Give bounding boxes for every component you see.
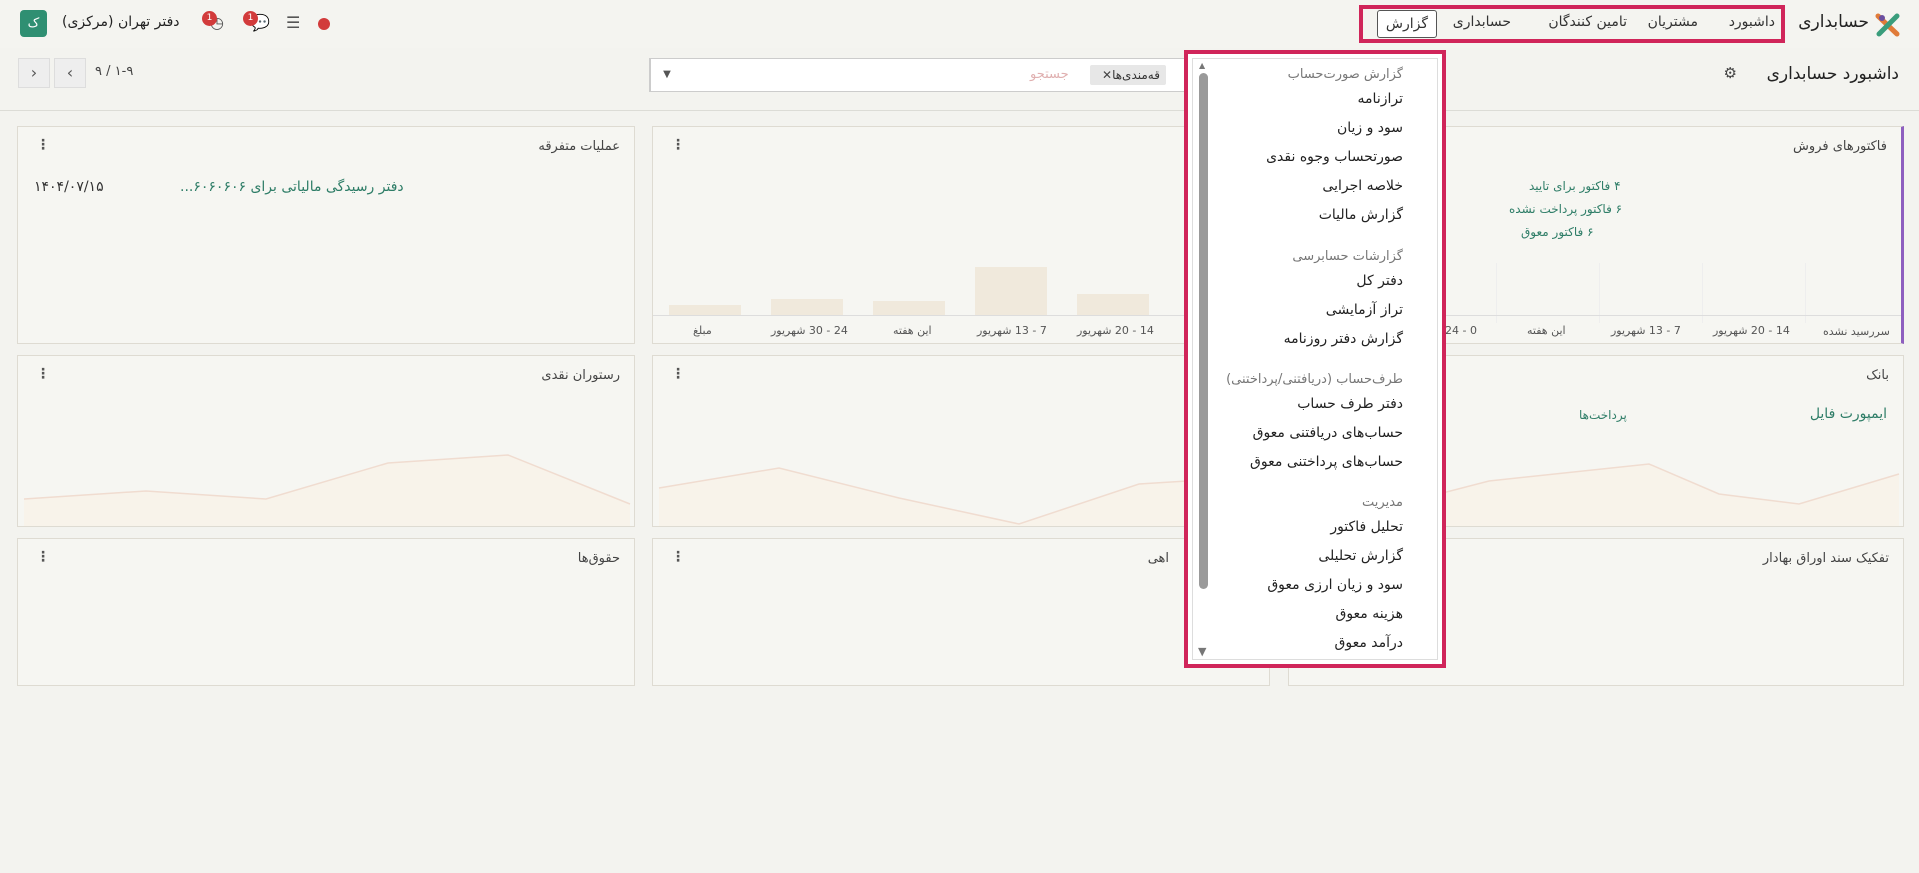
card-menu-icon[interactable]: ⋮ — [671, 549, 685, 565]
chart-baseline — [653, 315, 1267, 316]
chart-gridline — [1599, 263, 1600, 323]
payments-link[interactable]: پرداخت‌ها — [1579, 408, 1627, 422]
journal-entry-date: ۱۴۰۴/۰۷/۱۵ — [34, 179, 104, 195]
menu-item-deferred-expense[interactable]: هزینه معوق — [1335, 606, 1403, 622]
axis-tick-label: 7 - 13 شهریور — [1611, 324, 1681, 337]
chart-gridline — [1702, 263, 1703, 323]
axis-tick-label: 0 - 24 — [1445, 324, 1477, 337]
menu-item-cash-flow[interactable]: صورتحساب وجوه نقدی — [1266, 149, 1403, 165]
chart-bar[interactable] — [873, 301, 945, 315]
scroll-up-icon[interactable]: ▲ — [1199, 61, 1205, 70]
card-salaries: حقوق‌ها ⋮ — [17, 538, 635, 686]
search-input[interactable]: جستجو — [1030, 67, 1069, 82]
pager-previous-button[interactable]: ‹ — [18, 58, 50, 88]
app-name[interactable]: حسابداری — [1798, 12, 1869, 32]
card-menu-icon[interactable]: ⋮ — [36, 137, 50, 153]
search-facet[interactable]: قه‌مندی‌ها✕ — [1090, 65, 1166, 85]
chart-gridline — [1496, 263, 1497, 323]
import-file-link[interactable]: ایمپورت فایل — [1810, 406, 1887, 422]
axis-tick-label: 14 - 20 شهریور — [1713, 324, 1790, 337]
gear-icon[interactable]: ⚙ — [1724, 64, 1737, 82]
axis-tick-label: 7 - 13 شهریور — [977, 324, 1047, 337]
card-title[interactable]: اهی — [1148, 551, 1169, 566]
nav-item-reporting[interactable]: گزارش — [1377, 10, 1437, 38]
card-menu-icon[interactable]: ⋮ — [36, 366, 50, 382]
dropdown-section-header: مدیریت — [1362, 495, 1403, 510]
search-facet-label: قه‌مندی‌ها — [1112, 68, 1160, 82]
scroll-down-icon[interactable]: ▼ — [1198, 645, 1206, 658]
card-menu-icon[interactable]: ⋮ — [36, 549, 50, 565]
link-unpaid-invoices[interactable]: ۶ فاکتور پرداخت نشده — [1509, 202, 1622, 216]
recording-dot-icon[interactable] — [318, 18, 330, 30]
dropdown-section-header: طرف‌حساب (دریافتنی/پرداختنی) — [1226, 372, 1403, 387]
axis-tick-label: مبلغ — [693, 324, 712, 337]
menu-item-partner-ledger[interactable]: دفتر طرف حساب — [1297, 396, 1403, 412]
card-menu-icon[interactable]: ⋮ — [671, 366, 685, 382]
card-title[interactable]: حقوق‌ها — [578, 551, 620, 566]
cash-line-chart — [23, 454, 631, 526]
user-avatar[interactable]: ک — [20, 10, 47, 37]
axis-tick-label: این هفته — [893, 324, 932, 337]
axis-tick-label: 24 - 30 شهریور — [771, 324, 848, 337]
search-bar[interactable]: ▼ جستجو قه‌مندی‌ها✕ — [649, 58, 1189, 92]
nav-item-customers[interactable]: مشتریان — [1648, 14, 1698, 30]
card-middle-bottom: اهی ⋮ — [652, 538, 1270, 686]
chat-badge: 1 — [243, 11, 258, 26]
reporting-dropdown-menu: ▲ ▼ گزارش صورت‌حساب ترازنامه سود و زیان … — [1184, 50, 1446, 668]
card-title[interactable]: رستوران نقدی — [541, 368, 620, 383]
search-options-toggle[interactable]: ▼ — [650, 59, 683, 91]
menu-item-general-ledger[interactable]: دفتر کل — [1356, 273, 1403, 289]
card-cash-restaurant: رستوران نقدی ⋮ — [17, 355, 635, 527]
chart-bar[interactable] — [669, 305, 741, 315]
dropdown-section-header: گزارش صورت‌حساب — [1287, 67, 1403, 82]
card-miscellaneous: عملیات متفرقه ⋮ دفتر رسیدگی مالیاتی برای… — [17, 126, 635, 344]
top-navbar: حسابداری داشبورد مشتریان تامین کنندگان ح… — [0, 0, 1919, 48]
card-title[interactable]: تفکیک سند اوراق بهادار — [1763, 551, 1889, 566]
link-late-invoices[interactable]: ۶ فاکتور معوق — [1521, 225, 1594, 239]
card-middle-line: ⋮ — [652, 355, 1270, 527]
menu-item-aged-receivable[interactable]: حساب‌های دریافتنی معوق — [1253, 425, 1403, 441]
nav-item-dashboard[interactable]: داشبورد — [1729, 14, 1775, 30]
card-purchase: ید ⋮ 14 - 20 شهریور 7 - 13 شهریور این هف… — [652, 126, 1270, 344]
menu-item-balance-sheet[interactable]: ترازنامه — [1358, 91, 1403, 107]
axis-tick-label: 14 - 20 شهریور — [1077, 324, 1154, 337]
menu-item-profit-loss[interactable]: سود و زیان — [1337, 120, 1403, 136]
card-title[interactable]: فاکتورهای فروش — [1793, 139, 1887, 154]
app-logo-icon[interactable] — [1875, 12, 1901, 38]
chart-gridline — [1805, 263, 1806, 323]
chart-bar[interactable] — [975, 267, 1047, 315]
chart-bar[interactable] — [1077, 294, 1149, 315]
dropdown-inner: ▲ ▼ گزارش صورت‌حساب ترازنامه سود و زیان … — [1192, 58, 1438, 660]
chart-bar[interactable] — [771, 299, 843, 315]
nav-item-vendors[interactable]: تامین کنندگان — [1548, 14, 1627, 30]
link-invoices-to-validate[interactable]: ۴ فاکتور برای تایید — [1529, 179, 1621, 193]
nav-item-accounting[interactable]: حسابداری — [1453, 14, 1511, 30]
menu-item-trial-balance[interactable]: تراز آزمایشی — [1326, 302, 1403, 318]
axis-tick-label: این هفته — [1527, 324, 1566, 337]
database-icon[interactable]: ☰ — [286, 13, 300, 32]
close-icon[interactable]: ✕ — [1102, 68, 1112, 82]
menu-item-tax-report[interactable]: گزارش مالیات — [1319, 207, 1403, 223]
menu-item-aged-payable[interactable]: حساب‌های پرداختنی معوق — [1250, 454, 1403, 470]
middle-line-chart — [658, 467, 1267, 526]
divider — [0, 110, 1919, 111]
activity-badge: 1 — [202, 11, 217, 26]
card-menu-icon[interactable]: ⋮ — [671, 137, 685, 153]
pager-next-button[interactable]: › — [54, 58, 86, 88]
menu-item-analytic-report[interactable]: گزارش تحلیلی — [1318, 548, 1403, 564]
journal-entry-link[interactable]: دفتر رسیدگی مالیاتی برای ۶۰۶۰۶۰۶... — [180, 179, 404, 195]
pager-value[interactable]: ۱-۹ / ۹ — [95, 64, 133, 79]
menu-item-journal-report[interactable]: گزارش دفتر روزنامه — [1284, 331, 1403, 347]
card-title[interactable]: عملیات متفرقه — [538, 139, 620, 154]
company-switcher[interactable]: دفتر تهران (مرکزی) — [62, 14, 180, 30]
card-title[interactable]: بانک — [1866, 368, 1889, 383]
dropdown-scrollbar[interactable] — [1199, 73, 1208, 589]
dropdown-section-header: گزارشات حسابرسی — [1292, 249, 1403, 264]
menu-item-executive-summary[interactable]: خلاصه اجرایی — [1322, 178, 1403, 194]
menu-item-deferred-revenue[interactable]: درآمد معوق — [1334, 635, 1403, 651]
menu-item-invoice-analysis[interactable]: تحلیل فاکتور — [1330, 519, 1403, 535]
menu-item-unrealized-currency[interactable]: سود و زیان ارزی معوق — [1267, 577, 1403, 593]
axis-tick-label: سررسید نشده — [1823, 325, 1890, 338]
page-title: داشبورد حسابداری — [1766, 64, 1899, 84]
